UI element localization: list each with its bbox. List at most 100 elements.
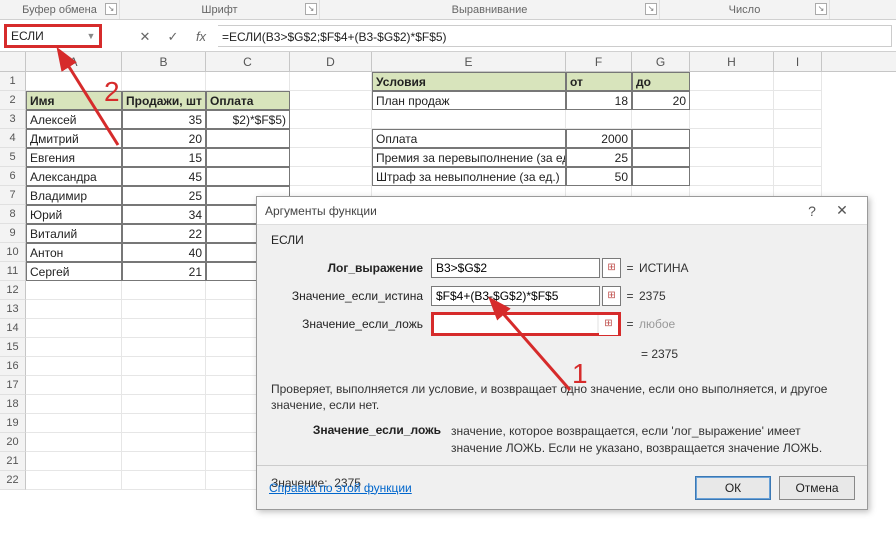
cell[interactable]: Алексей	[26, 110, 122, 129]
row-header[interactable]: 7	[0, 186, 26, 205]
cell[interactable]: 50	[566, 167, 632, 186]
column-header[interactable]: H	[690, 52, 774, 71]
row-header[interactable]: 22	[0, 471, 26, 490]
row-header[interactable]: 19	[0, 414, 26, 433]
insert-function-icon[interactable]: fx	[190, 26, 212, 46]
column-header[interactable]: C	[206, 52, 290, 71]
cell[interactable]	[206, 72, 290, 91]
row-header[interactable]: 1	[0, 72, 26, 91]
cell[interactable]: от	[566, 72, 632, 91]
row-header[interactable]: 12	[0, 281, 26, 300]
cell[interactable]	[690, 148, 774, 167]
accept-formula-icon[interactable]: ✓	[162, 26, 184, 46]
cell[interactable]	[26, 319, 122, 338]
range-selector-icon[interactable]: ⊞	[602, 258, 621, 278]
column-header[interactable]: F	[566, 52, 632, 71]
cell[interactable]	[774, 167, 822, 186]
cell[interactable]	[206, 129, 290, 148]
cell[interactable]	[690, 72, 774, 91]
column-header[interactable]: I	[774, 52, 822, 71]
cell[interactable]	[26, 376, 122, 395]
cell[interactable]	[632, 129, 690, 148]
cell[interactable]	[774, 110, 822, 129]
row-header[interactable]: 20	[0, 433, 26, 452]
cell[interactable]: 18	[566, 91, 632, 110]
cell[interactable]	[290, 167, 372, 186]
argument-input[interactable]	[434, 315, 597, 333]
cell[interactable]	[122, 452, 206, 471]
cell[interactable]: 34	[122, 205, 206, 224]
help-icon[interactable]: ?	[799, 203, 825, 219]
formula-input[interactable]: =ЕСЛИ(B3>$G$2;$F$4+(B3-$G$2)*$F$5)	[218, 25, 892, 47]
cell[interactable]: 25	[122, 186, 206, 205]
range-selector-icon[interactable]: ⊞	[599, 315, 618, 335]
cell[interactable]	[122, 357, 206, 376]
cell[interactable]	[26, 300, 122, 319]
cell[interactable]: 40	[122, 243, 206, 262]
cell[interactable]: Виталий	[26, 224, 122, 243]
row-header[interactable]: 4	[0, 129, 26, 148]
column-header[interactable]: D	[290, 52, 372, 71]
row-header[interactable]: 14	[0, 319, 26, 338]
cell[interactable]: Сергей	[26, 262, 122, 281]
cell[interactable]	[26, 395, 122, 414]
cell[interactable]: Юрий	[26, 205, 122, 224]
row-header[interactable]: 13	[0, 300, 26, 319]
cell[interactable]: 20	[122, 129, 206, 148]
select-all-corner[interactable]	[0, 52, 26, 71]
cell[interactable]	[26, 471, 122, 490]
dialog-launcher-icon[interactable]: ↘	[645, 3, 657, 15]
cell[interactable]	[122, 72, 206, 91]
row-header[interactable]: 10	[0, 243, 26, 262]
row-header[interactable]: 9	[0, 224, 26, 243]
cell[interactable]	[290, 91, 372, 110]
cell[interactable]	[690, 167, 774, 186]
cell[interactable]	[290, 72, 372, 91]
cell[interactable]: Штраф за невыполнение (за ед.)	[372, 167, 566, 186]
cell[interactable]	[122, 395, 206, 414]
row-header[interactable]: 15	[0, 338, 26, 357]
cell[interactable]: Условия	[372, 72, 566, 91]
argument-input[interactable]	[431, 286, 600, 306]
help-link[interactable]: Справка по этой функции	[269, 481, 687, 495]
name-box[interactable]: ЕСЛИ ▼	[4, 24, 102, 48]
cell[interactable]	[774, 72, 822, 91]
row-header[interactable]: 16	[0, 357, 26, 376]
cell[interactable]: Продажи, шт	[122, 91, 206, 110]
cell[interactable]: Евгения	[26, 148, 122, 167]
cell[interactable]: 45	[122, 167, 206, 186]
cell[interactable]: Дмитрий	[26, 129, 122, 148]
column-header[interactable]: A	[26, 52, 122, 71]
cell[interactable]	[26, 414, 122, 433]
cell[interactable]	[290, 148, 372, 167]
cell[interactable]	[122, 433, 206, 452]
cell[interactable]	[122, 281, 206, 300]
cell[interactable]	[26, 452, 122, 471]
row-header[interactable]: 17	[0, 376, 26, 395]
cell[interactable]: 20	[632, 91, 690, 110]
cell[interactable]	[122, 338, 206, 357]
cell[interactable]: 25	[566, 148, 632, 167]
row-header[interactable]: 5	[0, 148, 26, 167]
ok-button[interactable]: ОК	[695, 476, 771, 500]
row-header[interactable]: 6	[0, 167, 26, 186]
cell[interactable]: 15	[122, 148, 206, 167]
column-header[interactable]: E	[372, 52, 566, 71]
cell[interactable]: $2)*$F$5)	[206, 110, 290, 129]
cell[interactable]	[690, 91, 774, 110]
cell[interactable]	[206, 148, 290, 167]
cell[interactable]: 35	[122, 110, 206, 129]
cell[interactable]	[26, 281, 122, 300]
name-box-text[interactable]: ЕСЛИ	[7, 29, 83, 43]
cell[interactable]	[774, 148, 822, 167]
cell[interactable]	[372, 110, 566, 129]
cell[interactable]: Оплата	[372, 129, 566, 148]
cell[interactable]	[690, 110, 774, 129]
cell[interactable]	[290, 110, 372, 129]
row-header[interactable]: 3	[0, 110, 26, 129]
argument-input[interactable]	[431, 258, 600, 278]
dialog-launcher-icon[interactable]: ↘	[305, 3, 317, 15]
cell[interactable]	[774, 91, 822, 110]
cell[interactable]: 22	[122, 224, 206, 243]
cell[interactable]: Александра	[26, 167, 122, 186]
